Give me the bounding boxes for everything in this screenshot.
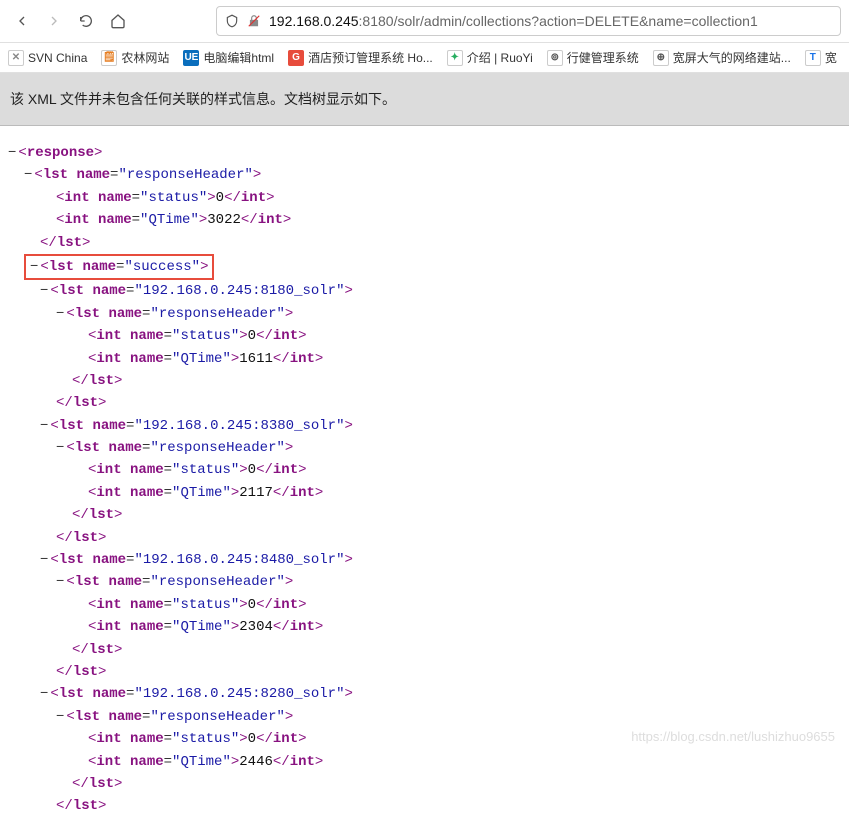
bookmark-item-3[interactable]: G酒店预订管理系统 Ho... <box>288 49 433 66</box>
xml-root: −<response> <box>8 142 841 164</box>
xml-node-3-rh: −<lst name="responseHeader"> <box>56 706 841 728</box>
bookmark-item-4[interactable]: ✦介绍 | RuoYi <box>447 49 533 66</box>
arrow-left-icon <box>14 13 30 29</box>
xml-response-header: −<lst name="responseHeader"> <box>24 164 841 186</box>
bookmark-label: 酒店预订管理系统 Ho... <box>308 49 433 66</box>
xml-node-0-rh: −<lst name="responseHeader"> <box>56 303 841 325</box>
arrow-right-icon <box>46 13 62 29</box>
toggle-icon[interactable]: − <box>40 686 48 702</box>
url-text: 192.168.0.245:8180/solr/admin/collection… <box>269 13 758 29</box>
bookmark-favicon: UE <box>183 50 199 66</box>
browser-nav-bar: 192.168.0.245:8180/solr/admin/collection… <box>0 0 849 43</box>
url-bar[interactable]: 192.168.0.245:8180/solr/admin/collection… <box>216 6 841 36</box>
insecure-lock-icon <box>247 14 261 28</box>
xml-node-3-rh-close: </lst> <box>72 773 841 795</box>
forward-button[interactable] <box>40 7 68 35</box>
bookmark-item-1[interactable]: 🗒农林网站 <box>101 49 169 66</box>
bookmark-label: 行健管理系统 <box>567 49 639 66</box>
reload-button[interactable] <box>72 7 100 35</box>
toggle-icon[interactable]: − <box>24 167 32 183</box>
toggle-icon[interactable]: − <box>56 709 64 725</box>
bookmark-favicon: ⊕ <box>653 50 669 66</box>
reload-icon <box>78 13 94 29</box>
bookmark-label: 宽 <box>825 49 837 66</box>
bookmark-label: 介绍 | RuoYi <box>467 49 533 66</box>
xml-node-1-close: </lst> <box>56 527 841 549</box>
bookmark-item-2[interactable]: UE电脑编辑html <box>183 49 274 66</box>
bookmark-label: 农林网站 <box>121 49 169 66</box>
xml-node-1-status: <int name="status">0</int> <box>88 459 841 481</box>
bookmark-label: 电脑编辑html <box>203 49 274 66</box>
xml-node-2-status: <int name="status">0</int> <box>88 594 841 616</box>
bookmark-favicon: G <box>288 50 304 66</box>
xml-success: −<lst name="success"> <box>24 254 214 280</box>
xml-tree: −<response>−<lst name="responseHeader"><… <box>0 126 849 834</box>
bookmark-label: 宽屏大气的网络建站... <box>673 49 791 66</box>
toggle-icon[interactable]: − <box>40 552 48 568</box>
bookmark-favicon: 🗒 <box>101 50 117 66</box>
xml-node-3-close: </lst> <box>56 795 841 817</box>
bookmark-label: SVN China <box>28 51 87 65</box>
bookmark-item-6[interactable]: ⊕宽屏大气的网络建站... <box>653 49 791 66</box>
shield-icon <box>225 14 239 28</box>
xml-node-0-close: </lst> <box>56 392 841 414</box>
home-icon <box>110 13 126 29</box>
xml-node-0-status: <int name="status">0</int> <box>88 325 841 347</box>
xml-qtime: <int name="QTime">3022</int> <box>56 209 841 231</box>
xml-info-banner: 该 XML 文件并未包含任何关联的样式信息。文档树显示如下。 <box>0 73 849 126</box>
watermark: https://blog.csdn.net/lushizhuo9655 <box>631 729 835 744</box>
bookmark-item-0[interactable]: ✕ SVN China <box>8 50 87 66</box>
xml-node-2-close: </lst> <box>56 661 841 683</box>
toggle-icon[interactable]: − <box>56 574 64 590</box>
xml-status: <int name="status">0</int> <box>56 187 841 209</box>
toggle-icon[interactable]: − <box>8 145 16 161</box>
xml-node-2-qtime: <int name="QTime">2304</int> <box>88 616 841 638</box>
xml-node-0-rh-close: </lst> <box>72 370 841 392</box>
toggle-icon[interactable]: − <box>40 418 48 434</box>
toggle-icon[interactable]: − <box>56 306 64 322</box>
back-button[interactable] <box>8 7 36 35</box>
home-button[interactable] <box>104 7 132 35</box>
xml-node-3: −<lst name="192.168.0.245:8280_solr"> <box>40 683 841 705</box>
xml-node-1-rh: −<lst name="responseHeader"> <box>56 437 841 459</box>
xml-node-1: −<lst name="192.168.0.245:8380_solr"> <box>40 415 841 437</box>
xml-node-0-qtime: <int name="QTime">1611</int> <box>88 348 841 370</box>
toggle-icon[interactable]: − <box>56 440 64 456</box>
bookmark-favicon: ⊚ <box>547 50 563 66</box>
bookmark-favicon: ✕ <box>8 50 24 66</box>
xml-node-2: −<lst name="192.168.0.245:8480_solr"> <box>40 549 841 571</box>
xml-close-lst: </lst> <box>40 232 841 254</box>
toggle-icon[interactable]: − <box>30 259 38 275</box>
bookmark-favicon: ✦ <box>447 50 463 66</box>
xml-node-1-rh-close: </lst> <box>72 504 841 526</box>
xml-node-2-rh-close: </lst> <box>72 639 841 661</box>
bookmark-favicon: T <box>805 50 821 66</box>
xml-node-2-rh: −<lst name="responseHeader"> <box>56 571 841 593</box>
bookmark-item-5[interactable]: ⊚行健管理系统 <box>547 49 639 66</box>
bookmark-item-7[interactable]: T宽 <box>805 49 837 66</box>
xml-node-0: −<lst name="192.168.0.245:8180_solr"> <box>40 280 841 302</box>
toggle-icon[interactable]: − <box>40 283 48 299</box>
xml-node-1-qtime: <int name="QTime">2117</int> <box>88 482 841 504</box>
bookmarks-bar: ✕ SVN China 🗒农林网站 UE电脑编辑html G酒店预订管理系统 Ho...… <box>0 43 849 73</box>
